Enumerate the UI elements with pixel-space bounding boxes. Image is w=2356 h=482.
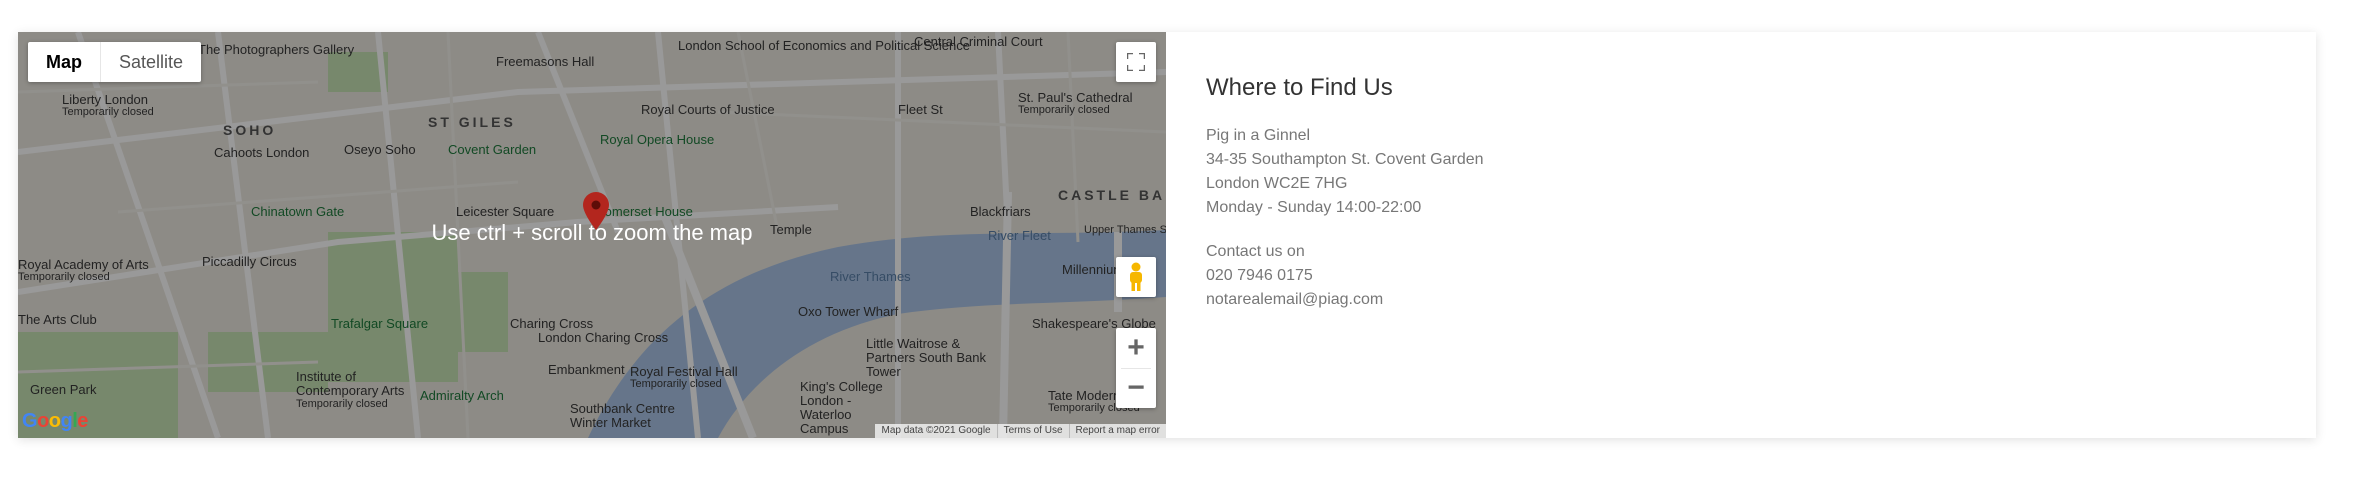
zoom-control: + − bbox=[1116, 328, 1156, 408]
location-info: Where to Find Us Pig in a Ginnel 34-35 S… bbox=[1206, 74, 1484, 312]
address-line-1: 34-35 Southampton St. Covent Garden bbox=[1206, 151, 1484, 168]
map-view[interactable]: The Photographers Gallery Freemasons Hal… bbox=[18, 32, 1166, 438]
terms-of-use-link[interactable]: Terms of Use bbox=[996, 424, 1069, 438]
location-card: The Photographers Gallery Freemasons Hal… bbox=[18, 32, 2316, 438]
opening-hours: Monday - Sunday 14:00-22:00 bbox=[1206, 199, 1422, 216]
report-map-error-link[interactable]: Report a map error bbox=[1068, 424, 1166, 438]
business-name: Pig in a Ginnel bbox=[1206, 127, 1311, 144]
map-type-map-button[interactable]: Map bbox=[28, 42, 101, 82]
contact-label: Contact us on bbox=[1206, 243, 1305, 260]
phone-number[interactable]: 020 7946 0175 bbox=[1206, 264, 1484, 288]
map-type-control: Map Satellite bbox=[28, 42, 202, 82]
map-attribution: Map data ©2021 Google Terms of Use Repor… bbox=[875, 424, 1166, 438]
street-view-pegman-button[interactable] bbox=[1116, 257, 1156, 297]
google-logo[interactable]: Google bbox=[22, 410, 88, 433]
email-address[interactable]: notarealemail@piag.com bbox=[1206, 288, 1484, 312]
zoom-out-button[interactable]: − bbox=[1116, 368, 1156, 408]
zoom-hint-message: Use ctrl + scroll to zoom the map bbox=[431, 220, 753, 245]
map-type-satellite-button[interactable]: Satellite bbox=[101, 42, 201, 82]
zoom-in-button[interactable]: + bbox=[1116, 328, 1156, 368]
info-title: Where to Find Us bbox=[1206, 74, 1393, 101]
pegman-icon bbox=[1130, 262, 1142, 291]
map-data-credit: Map data ©2021 Google bbox=[881, 425, 991, 436]
fullscreen-icon bbox=[1127, 53, 1145, 71]
fullscreen-button[interactable] bbox=[1116, 42, 1156, 82]
address-line-2: London WC2E 7HG bbox=[1206, 175, 1348, 192]
